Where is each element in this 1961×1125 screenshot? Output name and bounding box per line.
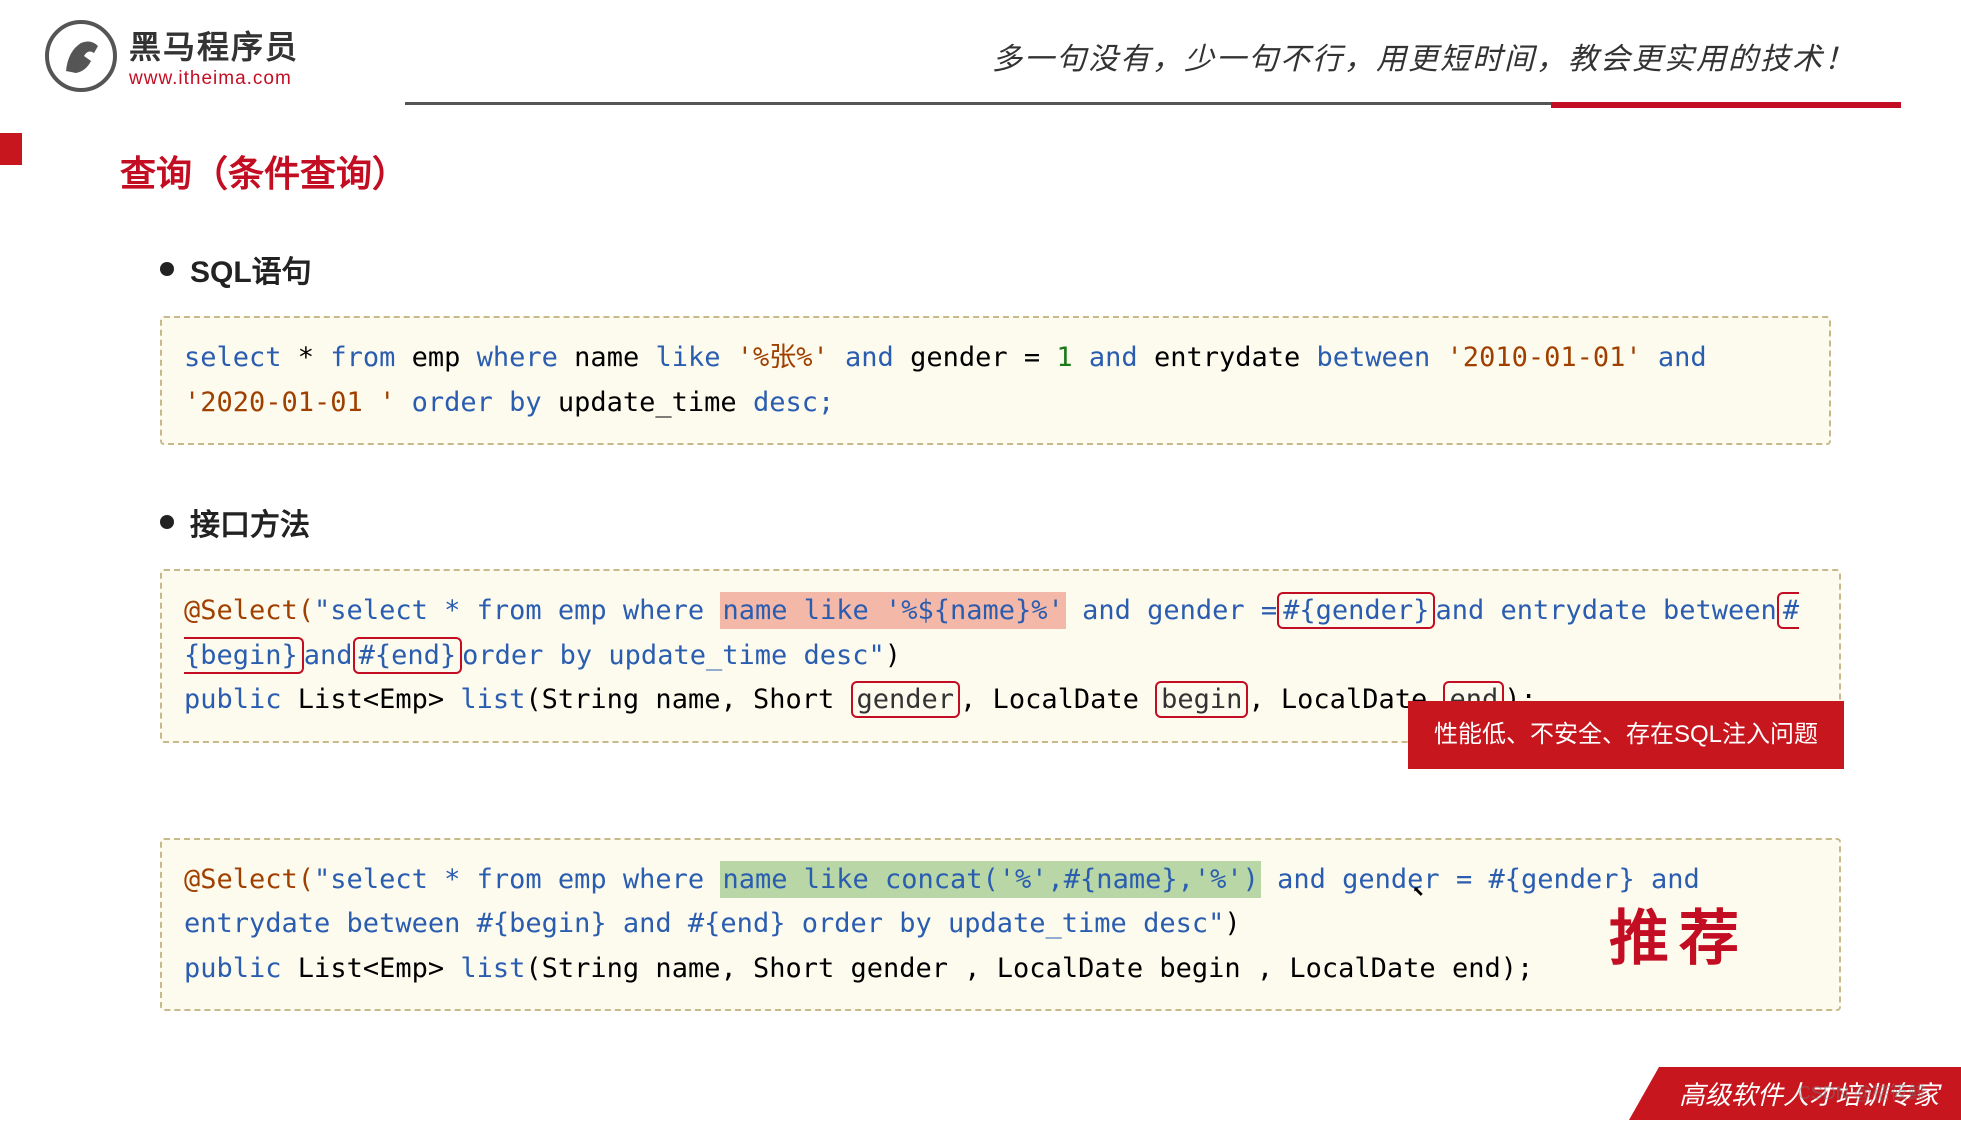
section-sql-label: SQL语句 [160,247,1841,291]
sql-code-box: select * from emp where name like '%张%' … [160,316,1831,445]
watermark: CSDN @桔筱鲱 [1798,1079,1926,1105]
side-tab [0,133,22,165]
bullet-icon [160,262,174,276]
logo-url: www.itheima.com [129,68,299,90]
logo: 黑马程序员 www.itheima.com [45,20,299,92]
section-method-text: 接口方法 [190,500,310,544]
header-divider [405,102,1901,105]
slogan: 多一句没有，少一句不行，用更短时间，教会更实用的技术！ [992,34,1916,78]
method1-code-box: @Select("select * from emp where name li… [160,569,1841,743]
recommend-label: 推荐 [1609,890,1749,989]
header: 黑马程序员 www.itheima.com 多一句没有，少一句不行，用更短时间，… [0,0,1961,92]
warning-banner: 性能低、不安全、存在SQL注入问题 [1408,701,1844,769]
bullet-icon [160,515,174,529]
section-sql-text: SQL语句 [190,247,312,291]
method2-code-box: @Select("select * from emp where name li… [160,838,1841,1012]
logo-text: 黑马程序员 www.itheima.com [129,22,299,90]
logo-title: 黑马程序员 [129,22,299,68]
content: 查询（条件查询） SQL语句 select * from emp where n… [0,105,1961,1011]
section-method-label: 接口方法 [160,500,1841,544]
horse-logo-icon [45,20,117,92]
page-title: 查询（条件查询） [120,145,1841,197]
